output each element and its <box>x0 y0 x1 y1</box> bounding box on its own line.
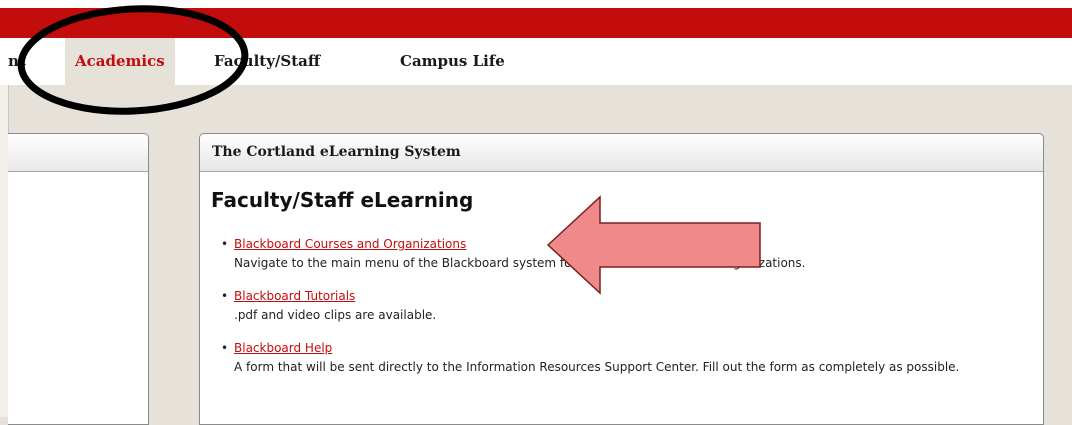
panel-header: The Cortland eLearning System <box>200 134 1043 172</box>
nav-item-faculty-staff[interactable]: Faculty/Staff <box>204 38 330 85</box>
page-title: Faculty/Staff eLearning <box>211 188 474 212</box>
blackboard-courses-link[interactable]: Blackboard Courses and Organizations <box>234 237 466 251</box>
bullet-icon: • <box>221 237 229 251</box>
link-description: .pdf and video clips are available. <box>234 308 437 322</box>
blackboard-tutorials-link[interactable]: Blackboard Tutorials <box>234 289 355 303</box>
bullet-icon: • <box>221 289 229 303</box>
main-navigation: nt Academics Faculty/Staff Campus Life <box>0 38 1072 85</box>
top-white-strip <box>0 0 1072 8</box>
list-item: • Blackboard Help A form that will be se… <box>218 339 1028 377</box>
nav-item-academics[interactable]: Academics <box>65 38 175 85</box>
list-item: • Blackboard Courses and Organizations N… <box>218 235 1028 273</box>
blackboard-help-link[interactable]: Blackboard Help <box>234 341 332 355</box>
nav-item-campus-life[interactable]: Campus Life <box>390 38 515 85</box>
nav-item-partial[interactable]: nt <box>0 38 36 85</box>
elearning-panel: The Cortland eLearning System Faculty/St… <box>199 133 1044 425</box>
bullet-icon: • <box>221 341 229 355</box>
list-item: • Blackboard Tutorials .pdf and video cl… <box>218 287 1028 325</box>
link-list: • Blackboard Courses and Organizations N… <box>218 235 1028 391</box>
link-description: A form that will be sent directly to the… <box>234 360 960 374</box>
link-description: Navigate to the main menu of the Blackbo… <box>234 256 806 270</box>
left-panel <box>8 133 149 425</box>
left-panel-header <box>8 134 148 172</box>
